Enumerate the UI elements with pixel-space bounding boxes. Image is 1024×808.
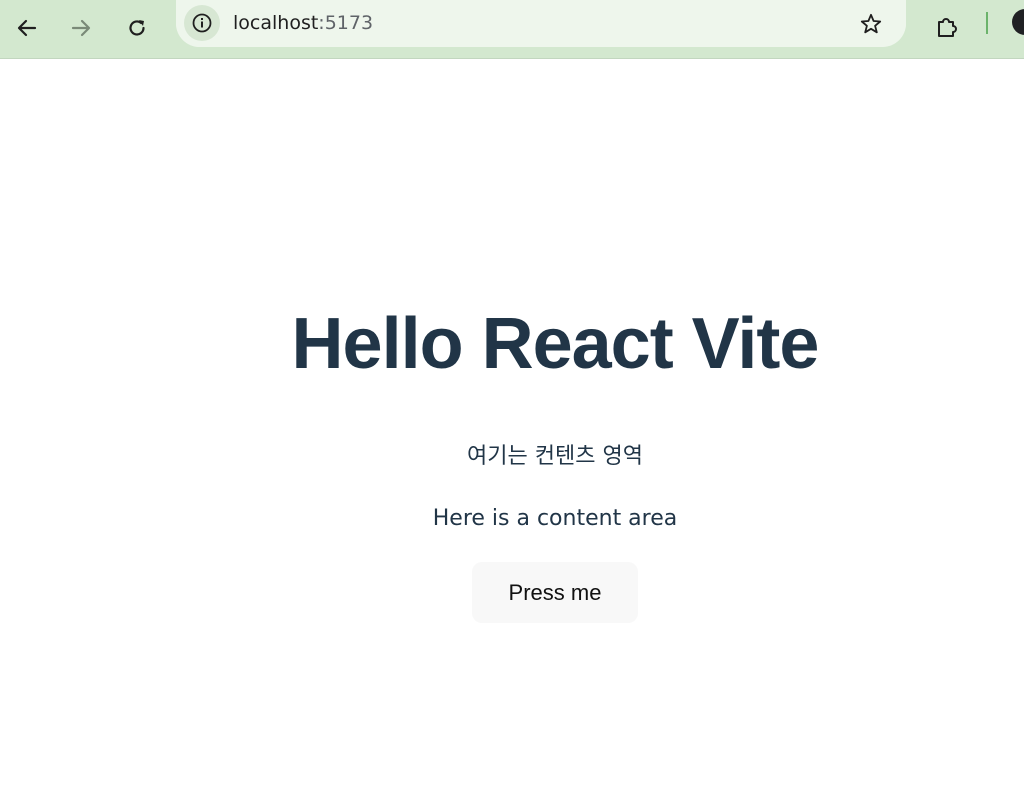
- content-text-korean: 여기는 컨텐츠 영역: [467, 444, 643, 469]
- content-text-english: Here is a content area: [432, 506, 678, 531]
- url-text[interactable]: localhost:5173: [233, 11, 373, 35]
- info-icon: [192, 13, 212, 33]
- url-host: localhost: [233, 12, 319, 34]
- puzzle-icon: [938, 18, 957, 37]
- reload-icon: [129, 20, 145, 36]
- back-button[interactable]: [8, 9, 46, 47]
- page-heading: Hello React Vite: [291, 304, 820, 384]
- extensions-button[interactable]: [928, 9, 966, 47]
- site-info-button[interactable]: [184, 5, 220, 41]
- toolbar-divider: [986, 12, 988, 34]
- back-arrow-icon: [17, 19, 37, 37]
- address-bar-field: localhost:5173: [176, 0, 906, 47]
- forward-button[interactable]: [62, 9, 100, 47]
- press-me-button[interactable]: Press me: [472, 562, 638, 623]
- address-bar[interactable]: localhost:5173: [176, 0, 906, 47]
- bookmark-button[interactable]: [856, 9, 886, 39]
- reload-button[interactable]: [118, 9, 156, 47]
- forward-arrow-icon: [71, 19, 91, 37]
- star-icon: [860, 13, 882, 34]
- url-port: :5173: [318, 12, 374, 34]
- profile-avatar[interactable]: [1012, 9, 1024, 35]
- page-content: Hello React Vite 여기는 컨텐츠 영역 Here is a co…: [0, 59, 1024, 808]
- browser-toolbar: localhost:5173: [0, 0, 1024, 59]
